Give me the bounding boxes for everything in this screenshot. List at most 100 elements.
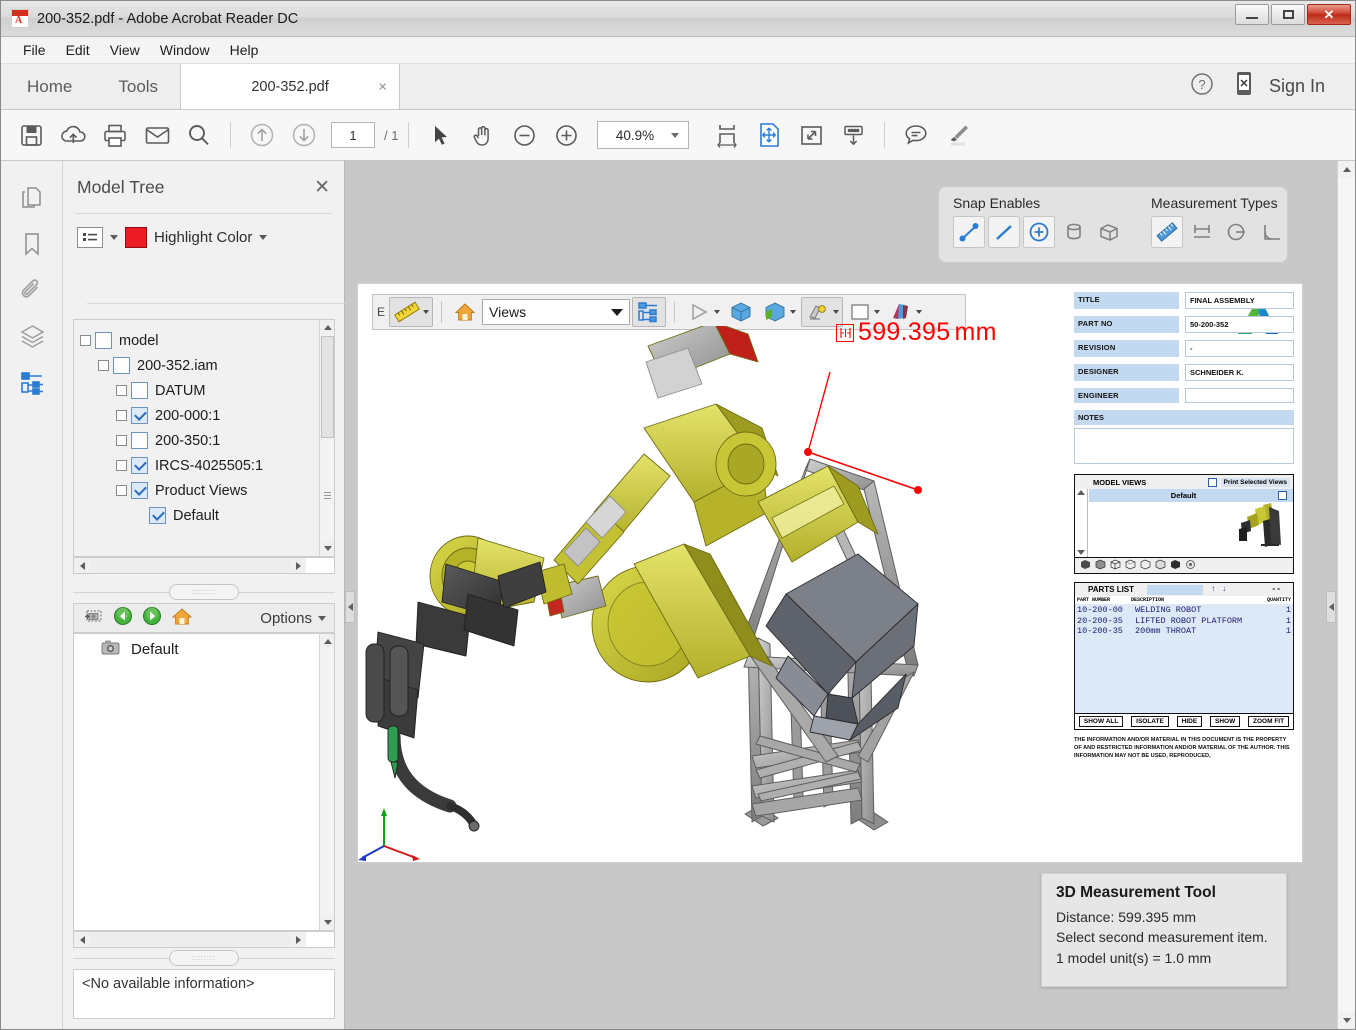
list-item[interactable]: Default	[74, 634, 334, 664]
left-panel-collapse-handle[interactable]	[345, 591, 355, 623]
minimize-button[interactable]	[1235, 4, 1269, 25]
scroll-left-icon[interactable]	[74, 932, 90, 947]
splitter-grip-2[interactable]: ::::::::	[169, 950, 239, 966]
cursor-arrow-icon[interactable]	[422, 117, 458, 153]
menu-window[interactable]: Window	[150, 40, 220, 60]
tree-node-checkbox[interactable]	[95, 332, 112, 349]
tree-node-checkbox[interactable]	[131, 432, 148, 449]
cloud-upload-icon[interactable]	[55, 117, 91, 153]
comment-icon[interactable]	[898, 117, 934, 153]
previous-view-icon[interactable]	[113, 606, 133, 631]
3d-distance-tool-icon[interactable]	[1151, 216, 1183, 248]
title-block-value[interactable]: FINAL ASSEMBLY	[1185, 292, 1294, 309]
tree-node[interactable]: model	[80, 328, 330, 353]
tree-node[interactable]: IRCS-4025505:1	[80, 453, 330, 478]
notes-field[interactable]	[1074, 428, 1294, 464]
tree-node-checkbox[interactable]	[149, 507, 166, 524]
tree-expander-icon[interactable]	[116, 485, 127, 496]
render-mode-icon[interactable]	[725, 297, 757, 327]
parts-list-row[interactable]: 10-200-35 200mm THROAT 1	[1077, 626, 1291, 637]
scroll-up-icon[interactable]	[320, 634, 334, 649]
close-button[interactable]: ✕	[1307, 4, 1351, 25]
maximize-button[interactable]	[1271, 4, 1305, 25]
sign-in-button[interactable]: Sign In	[1269, 76, 1337, 97]
scroll-track[interactable]	[90, 932, 290, 947]
view-illustration-icon[interactable]	[1140, 557, 1151, 575]
tree-horizontal-scrollbar[interactable]	[73, 557, 335, 574]
snap-to-planar-icon[interactable]	[1093, 216, 1125, 248]
scrollbar-thumb[interactable]	[321, 336, 334, 438]
list-view-icon[interactable]	[77, 226, 103, 248]
view-transparent-icon[interactable]	[1155, 557, 1166, 575]
parts-list-button-hide[interactable]: HIDE	[1176, 716, 1203, 727]
scroll-left-icon[interactable]	[74, 558, 90, 573]
tree-node-checkbox[interactable]	[131, 382, 148, 399]
model-tree-icon[interactable]	[1, 359, 73, 405]
view-wireframe-icon[interactable]	[1110, 557, 1121, 575]
next-view-icon[interactable]	[142, 606, 162, 631]
right-panel-collapse-handle[interactable]	[1326, 591, 1336, 623]
email-icon[interactable]	[139, 117, 175, 153]
scroll-down-icon[interactable]	[320, 915, 334, 930]
fit-width-icon[interactable]	[709, 117, 745, 153]
menu-view[interactable]: View	[100, 40, 150, 60]
views-list-scrollbar[interactable]	[319, 634, 334, 930]
snap-to-radial-icon[interactable]	[1058, 216, 1090, 248]
tree-node-checkbox[interactable]	[113, 357, 130, 374]
tab-document[interactable]: 200-352.pdf ×	[180, 64, 401, 109]
tree-expander-icon[interactable]	[116, 435, 127, 446]
chevron-down-icon-2[interactable]	[259, 234, 268, 240]
mobile-link-icon[interactable]: ✕	[1233, 70, 1255, 103]
tab-home[interactable]: Home	[1, 64, 97, 109]
tree-expander-icon[interactable]	[116, 385, 127, 396]
document-vertical-scrollbar[interactable]	[1337, 161, 1355, 1029]
page-number-input[interactable]: 1	[331, 122, 375, 148]
tree-node[interactable]: 200-350:1	[80, 428, 330, 453]
menu-help[interactable]: Help	[220, 40, 269, 60]
close-icon[interactable]: ✕	[314, 176, 330, 199]
3d-perpendicular-dimension-icon[interactable]	[1186, 216, 1218, 248]
search-icon[interactable]	[181, 117, 217, 153]
page-thumbnails-icon[interactable]	[1, 175, 63, 221]
home-view-icon[interactable]	[171, 606, 193, 631]
play-animation-icon[interactable]	[683, 297, 723, 327]
tree-node[interactable]: 200-000:1	[80, 403, 330, 428]
parts-list-row[interactable]: 10-200-00 WELDING ROBOT 1	[1077, 605, 1291, 616]
scroll-down-icon[interactable]	[1338, 1012, 1355, 1029]
snap-to-edge-icon[interactable]	[988, 216, 1020, 248]
layers-icon[interactable]	[1, 313, 63, 359]
bookmarks-icon[interactable]	[1, 221, 63, 267]
tree-node[interactable]: Product Views	[80, 478, 330, 503]
previous-page-icon[interactable]	[244, 117, 280, 153]
print-icon[interactable]	[97, 117, 133, 153]
attachments-icon[interactable]	[1, 267, 63, 313]
splitter-grip[interactable]: ::::::::	[169, 584, 239, 600]
parts-list-button-show-all[interactable]: SHOW ALL	[1078, 716, 1124, 727]
hand-tool-icon[interactable]	[464, 117, 500, 153]
parts-list-button-zoom-fit[interactable]: ZOOM FIT	[1248, 716, 1290, 727]
view-hidden-line-icon[interactable]	[1125, 557, 1136, 575]
views-dropdown[interactable]: Views	[482, 299, 631, 325]
scroll-right-icon[interactable]	[290, 558, 306, 573]
views-horizontal-scrollbar[interactable]	[73, 931, 335, 948]
tree-node-checkbox[interactable]	[131, 457, 148, 474]
scroll-up-icon[interactable]	[1338, 161, 1355, 178]
scroll-right-icon[interactable]	[290, 932, 306, 947]
tree-expander-icon[interactable]	[116, 410, 127, 421]
scroll-track[interactable]	[90, 558, 290, 573]
fullscreen-icon[interactable]	[793, 117, 829, 153]
chevron-down-icon[interactable]	[110, 234, 118, 240]
scroll-down-icon[interactable]	[320, 541, 334, 556]
parts-list-button-show[interactable]: SHOW	[1209, 716, 1241, 727]
tree-expander-icon[interactable]	[80, 335, 91, 346]
tree-node-checkbox[interactable]	[131, 482, 148, 499]
sort-ascending-icon[interactable]: ↑	[1211, 585, 1216, 594]
menu-file[interactable]: File	[13, 40, 56, 60]
zoom-level-select[interactable]: 40.9%	[597, 121, 690, 149]
view-shaded-icon[interactable]	[1095, 557, 1106, 575]
home-icon[interactable]	[450, 297, 480, 327]
tree-expander-icon[interactable]	[98, 360, 109, 371]
tree-node[interactable]: Default	[80, 503, 330, 528]
panel-splitter[interactable]: ::::::::	[73, 583, 335, 601]
save-icon[interactable]	[13, 117, 49, 153]
